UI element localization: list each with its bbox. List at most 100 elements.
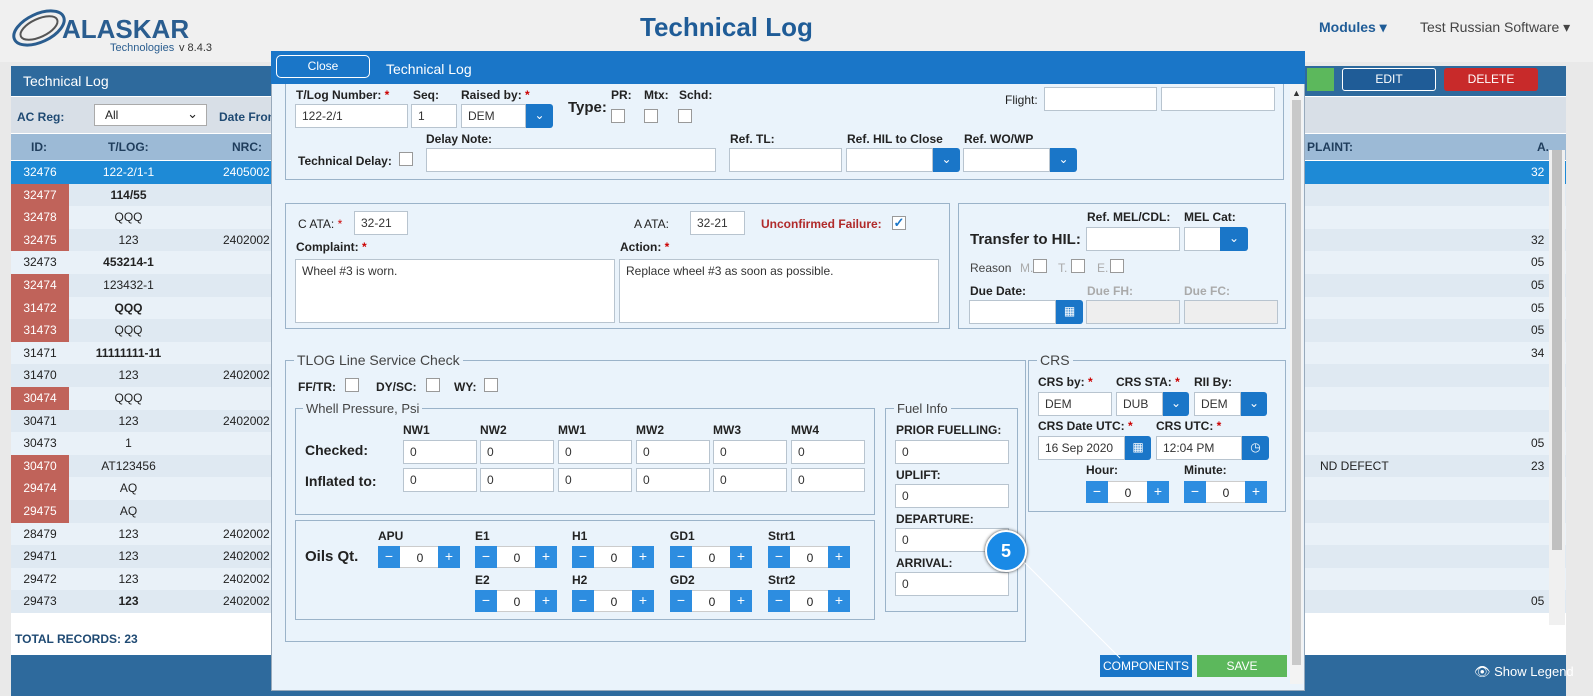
save-button[interactable]: SAVE — [1197, 655, 1287, 677]
ref-wo-dropdown-button[interactable]: ⌄ — [1050, 148, 1077, 172]
minute-value[interactable]: 0 — [1206, 481, 1246, 503]
oil-strt2-decrement-button[interactable]: − — [768, 590, 790, 612]
scrollbar-thumb[interactable] — [1552, 150, 1562, 550]
delete-button[interactable]: DELETE — [1444, 68, 1538, 91]
pr-checkbox[interactable] — [611, 109, 625, 123]
due-date-field[interactable] — [969, 300, 1056, 324]
oil-e2-increment-button[interactable]: + — [535, 590, 557, 612]
flight-field-2[interactable] — [1161, 87, 1275, 111]
hour-increment-button[interactable]: + — [1147, 481, 1169, 503]
show-legend-link[interactable]: 👁 Show Legend — [1474, 664, 1574, 680]
oil-h1-value[interactable]: 0 — [594, 546, 634, 568]
hour-decrement-button[interactable]: − — [1086, 481, 1108, 503]
crs-date-field[interactable]: 16 Sep 2020 — [1038, 436, 1125, 460]
due-fc-field[interactable] — [1184, 300, 1278, 324]
modules-menu[interactable]: Modules ▾ — [1319, 19, 1387, 36]
oil-e2-value[interactable]: 0 — [497, 590, 537, 612]
oil-apu-value[interactable]: 0 — [400, 546, 440, 568]
crs-utc-clock-button[interactable]: ◷ — [1242, 436, 1269, 460]
crs-by-field[interactable]: DEM — [1038, 392, 1112, 416]
inflated-nw1-field[interactable]: 0 — [403, 468, 477, 492]
oil-strt1-decrement-button[interactable]: − — [768, 546, 790, 568]
oil-gd1-decrement-button[interactable]: − — [670, 546, 692, 568]
col-nrc[interactable]: NRC: — [232, 140, 262, 154]
checked-nw2-field[interactable]: 0 — [480, 440, 554, 464]
due-date-calendar-button[interactable]: ▦ — [1056, 300, 1083, 324]
inflated-mw1-field[interactable]: 0 — [558, 468, 632, 492]
oil-strt1-value[interactable]: 0 — [790, 546, 830, 568]
crs-sta-select[interactable]: DUB — [1116, 392, 1163, 416]
oil-e1-decrement-button[interactable]: − — [475, 546, 497, 568]
mel-cat-select[interactable] — [1184, 227, 1221, 251]
user-menu[interactable]: Test Russian Software ▾ — [1420, 19, 1570, 36]
uplift-field[interactable]: 0 — [895, 484, 1009, 508]
rii-by-dropdown-button[interactable]: ⌄ — [1241, 392, 1267, 416]
close-button[interactable]: Close — [276, 55, 370, 78]
mel-cat-dropdown-button[interactable]: ⌄ — [1220, 227, 1248, 251]
rii-by-select[interactable]: DEM — [1194, 392, 1241, 416]
inflated-mw2-field[interactable]: 0 — [636, 468, 710, 492]
oil-apu-decrement-button[interactable]: − — [378, 546, 400, 568]
delay-note-field[interactable] — [426, 148, 716, 172]
technical-delay-checkbox[interactable] — [399, 152, 413, 166]
oil-strt1-increment-button[interactable]: + — [828, 546, 850, 568]
prior-fuelling-field[interactable]: 0 — [895, 440, 1009, 464]
col-complaint[interactable]: PLAINT: — [1307, 140, 1353, 154]
reason-m-checkbox[interactable] — [1033, 259, 1047, 273]
ref-hil-dropdown-button[interactable]: ⌄ — [933, 148, 960, 172]
raised-by-select[interactable]: DEM — [461, 104, 526, 128]
schd-checkbox[interactable] — [678, 109, 692, 123]
c-ata-field[interactable]: 32-21 — [354, 211, 408, 235]
oil-gd2-increment-button[interactable]: + — [730, 590, 752, 612]
col-id[interactable]: ID: — [31, 140, 47, 154]
flight-field-1[interactable] — [1044, 87, 1157, 111]
unconfirmed-failure-checkbox[interactable]: ✓ — [892, 216, 906, 230]
ref-tl-field[interactable] — [729, 148, 842, 172]
ref-wo-select[interactable] — [963, 148, 1050, 172]
seq-field[interactable]: 1 — [411, 104, 457, 128]
ac-reg-select[interactable]: All ⌄ — [94, 104, 207, 126]
scroll-up-icon[interactable]: ▲ — [1292, 88, 1301, 98]
modal-scrollbar-thumb[interactable] — [1292, 100, 1301, 665]
crs-utc-field[interactable]: 12:04 PM — [1156, 436, 1242, 460]
inflated-mw3-field[interactable]: 0 — [713, 468, 787, 492]
oil-h2-increment-button[interactable]: + — [632, 590, 654, 612]
checked-mw2-field[interactable]: 0 — [636, 440, 710, 464]
ref-mel-field[interactable] — [1086, 227, 1180, 251]
crs-sta-dropdown-button[interactable]: ⌄ — [1163, 392, 1189, 416]
action-textarea[interactable]: Replace wheel #3 as soon as possible. — [619, 259, 939, 323]
inflated-mw4-field[interactable]: 0 — [791, 468, 865, 492]
oil-strt2-value[interactable]: 0 — [790, 590, 830, 612]
oil-gd1-value[interactable]: 0 — [692, 546, 732, 568]
mtx-checkbox[interactable] — [644, 109, 658, 123]
edit-button[interactable]: EDIT — [1342, 68, 1436, 91]
oil-gd2-decrement-button[interactable]: − — [670, 590, 692, 612]
oil-gd1-increment-button[interactable]: + — [730, 546, 752, 568]
checked-mw3-field[interactable]: 0 — [713, 440, 787, 464]
add-button[interactable] — [1307, 68, 1334, 91]
oil-gd2-value[interactable]: 0 — [692, 590, 732, 612]
checked-mw1-field[interactable]: 0 — [558, 440, 632, 464]
oil-h1-increment-button[interactable]: + — [632, 546, 654, 568]
hour-value[interactable]: 0 — [1108, 481, 1148, 503]
oil-e1-increment-button[interactable]: + — [535, 546, 557, 568]
checked-mw4-field[interactable]: 0 — [791, 440, 865, 464]
tlog-number-field[interactable]: 122-2/1 — [295, 104, 408, 128]
reason-e-checkbox[interactable] — [1110, 259, 1124, 273]
col-tlog[interactable]: T/LOG: — [108, 140, 149, 154]
wy-checkbox[interactable] — [484, 378, 498, 392]
oil-e1-value[interactable]: 0 — [497, 546, 537, 568]
due-fh-field[interactable] — [1086, 300, 1180, 324]
minute-decrement-button[interactable]: − — [1184, 481, 1206, 503]
complaint-textarea[interactable]: Wheel #3 is worn. — [295, 259, 615, 323]
oil-h2-decrement-button[interactable]: − — [572, 590, 594, 612]
ref-hil-select[interactable] — [846, 148, 933, 172]
col-a[interactable]: A. — [1537, 140, 1549, 154]
oil-h2-value[interactable]: 0 — [594, 590, 634, 612]
oil-h1-decrement-button[interactable]: − — [572, 546, 594, 568]
a-ata-field[interactable]: 32-21 — [690, 211, 745, 235]
fftr-checkbox[interactable] — [345, 378, 359, 392]
oil-e2-decrement-button[interactable]: − — [475, 590, 497, 612]
raised-by-dropdown-button[interactable]: ⌄ — [526, 104, 553, 128]
oil-apu-increment-button[interactable]: + — [438, 546, 460, 568]
